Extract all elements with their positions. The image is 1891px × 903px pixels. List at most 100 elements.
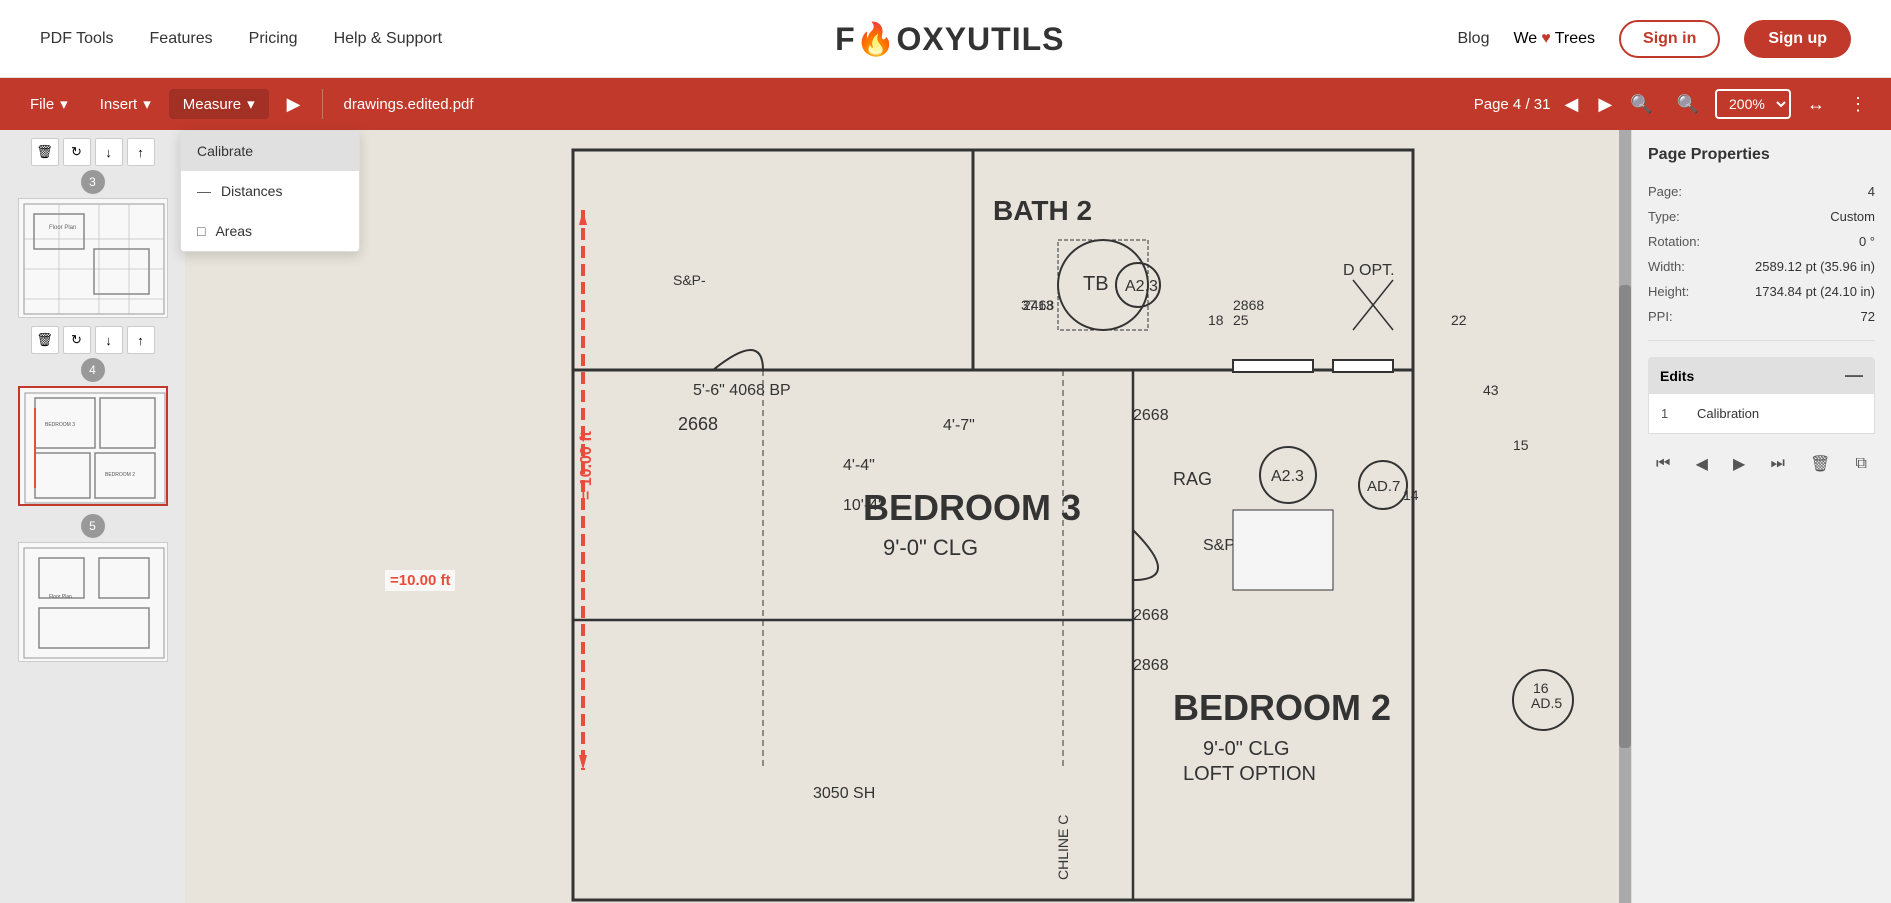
prev-page-button[interactable]: ◀ — [1558, 92, 1584, 117]
we-trees-link[interactable]: We♥Trees — [1513, 30, 1595, 48]
edit-num-1: 1 — [1661, 406, 1681, 421]
nav-link-blog[interactable]: Blog — [1457, 30, 1489, 48]
edits-label: Edits — [1660, 368, 1694, 384]
thumb-controls-3: 🗑 ↻ ↓ ↑ — [31, 138, 155, 166]
last-page-button[interactable]: ⏭ — [1767, 451, 1789, 477]
next-edit-button[interactable]: ▶ — [1729, 450, 1749, 478]
areas-label: Areas — [215, 223, 252, 239]
svg-text:14: 14 — [1403, 487, 1419, 503]
signup-button[interactable]: Sign up — [1744, 20, 1851, 58]
right-panel: Page Properties Page: 4 Type: Custom Rot… — [1631, 130, 1891, 903]
thumb-blueprint-3: Floor Plan — [19, 199, 167, 317]
panel-divider — [1648, 340, 1875, 341]
panel-title: Page Properties — [1648, 146, 1875, 164]
page-thumb-3[interactable]: Floor Plan — [18, 198, 168, 318]
svg-text:43: 43 — [1483, 382, 1499, 398]
thumb-down-4[interactable]: ↓ — [95, 326, 123, 354]
logo[interactable]: F🔥OXYUTILS — [835, 20, 1064, 58]
edits-collapse-button[interactable]: — — [1845, 365, 1863, 386]
height-value: 1734.84 pt (24.10 in) — [1755, 284, 1875, 299]
cursor-icon: ▶ — [287, 94, 301, 115]
svg-text:BEDROOM 3: BEDROOM 3 — [45, 422, 75, 428]
nav-link-pricing[interactable]: Pricing — [249, 30, 298, 48]
thumb-group-4: 🗑 ↻ ↓ ↑ 4 BEDROOM 3 BEDROOM 2 — [0, 326, 185, 506]
svg-text:A2.3: A2.3 — [1125, 278, 1158, 295]
logo-oxy: OXY — [896, 21, 967, 57]
first-page-button[interactable]: ⏮ — [1652, 451, 1674, 477]
svg-text:16: 16 — [1533, 680, 1549, 696]
signin-button[interactable]: Sign in — [1619, 20, 1720, 58]
page-badge-4: 4 — [81, 358, 105, 382]
svg-text:2868: 2868 — [1133, 657, 1169, 674]
page-navigation: Page 4 / 31 ◀ ▶ — [1474, 92, 1618, 117]
prev-edit-button[interactable]: ◀ — [1692, 450, 1712, 478]
svg-text:4'-7": 4'-7" — [943, 417, 975, 434]
svg-text:Floor Plan: Floor Plan — [49, 225, 76, 231]
measure-menu-button[interactable]: Measure — [169, 89, 269, 119]
svg-text:5'-6" 4068 BP: 5'-6" 4068 BP — [693, 382, 791, 399]
svg-text:4'-4": 4'-4" — [843, 457, 875, 474]
svg-text:37: 37 — [1021, 297, 1037, 313]
panel-row-type: Type: Custom — [1648, 209, 1875, 224]
more-options-button[interactable]: ⋮ — [1841, 90, 1875, 119]
cursor-tool-button[interactable]: ▶ — [273, 88, 315, 121]
svg-text:22: 22 — [1451, 312, 1467, 328]
svg-text:BATH 2: BATH 2 — [993, 195, 1092, 226]
svg-text:18: 18 — [1208, 312, 1224, 328]
height-label: Height: — [1648, 284, 1689, 299]
measure-dropdown: Calibrate — Distances □ Areas — [180, 130, 360, 252]
nav-link-features[interactable]: Features — [150, 30, 213, 48]
logo-utils: UTILS — [967, 21, 1064, 57]
measure-chevron-icon — [247, 95, 255, 113]
file-menu-button[interactable]: File — [16, 89, 82, 119]
copy-edit-button[interactable]: ⧉ — [1852, 451, 1871, 477]
edits-header: Edits — — [1648, 357, 1875, 394]
type-label: Type: — [1648, 209, 1680, 224]
pdf-scrollbar[interactable] — [1619, 130, 1631, 903]
insert-menu-button[interactable]: Insert — [86, 89, 165, 119]
nav-right: Blog We♥Trees Sign in Sign up — [1457, 20, 1851, 58]
delete-edit-button[interactable]: 🗑 — [1806, 450, 1834, 478]
svg-text:A2.3: A2.3 — [1271, 468, 1304, 485]
panel-row-ppi: PPI: 72 — [1648, 309, 1875, 324]
zoom-in-button[interactable]: 🔍 — [1669, 90, 1707, 119]
thumb-blueprint-5: Floor Plan — [19, 543, 167, 661]
svg-text:3050 SH: 3050 SH — [813, 785, 875, 802]
thumb-down-3[interactable]: ↓ — [95, 138, 123, 166]
thumb-up-4[interactable]: ↑ — [127, 326, 155, 354]
dropdown-calibrate[interactable]: Calibrate — [181, 131, 359, 171]
thumb-svg-4: BEDROOM 3 BEDROOM 2 — [20, 388, 168, 506]
svg-text:BEDROOM 2: BEDROOM 2 — [1173, 687, 1391, 728]
we-label: We — [1513, 30, 1537, 48]
rotation-value: 0 ° — [1859, 234, 1875, 249]
nav-link-help-support[interactable]: Help & Support — [334, 30, 443, 48]
edits-row-1: 1 Calibration — [1648, 394, 1875, 434]
pdf-area[interactable]: BATH 2 TB A2.3 BEDROOM 3 9'-0" CLG — [185, 130, 1631, 903]
thumb-delete-4[interactable]: 🗑 — [31, 326, 59, 354]
page-thumb-4[interactable]: BEDROOM 3 BEDROOM 2 — [18, 386, 168, 506]
dropdown-distances[interactable]: — Distances — [181, 171, 359, 211]
thumb-rotate-3[interactable]: ↻ — [63, 138, 91, 166]
panel-row-height: Height: 1734.84 pt (24.10 in) — [1648, 284, 1875, 299]
svg-text:2668: 2668 — [1133, 607, 1169, 624]
panel-row-width: Width: 2589.12 pt (35.96 in) — [1648, 259, 1875, 274]
page-value: 4 — [1868, 184, 1875, 199]
thumb-controls-4: 🗑 ↻ ↓ ↑ — [31, 326, 155, 354]
thumb-rotate-4[interactable]: ↻ — [63, 326, 91, 354]
measurement-label: =10.00 ft — [385, 570, 455, 591]
trees-label: Trees — [1555, 30, 1595, 48]
thumb-up-3[interactable]: ↑ — [127, 138, 155, 166]
page-thumb-5[interactable]: Floor Plan — [18, 542, 168, 662]
zoom-select[interactable]: 200% 50% 75% 100% 150% 300% — [1715, 89, 1791, 119]
nav-link-pdf-tools[interactable]: PDF Tools — [40, 30, 114, 48]
fit-width-button[interactable]: ↔ — [1799, 90, 1833, 119]
thumb-delete-3[interactable]: 🗑 — [31, 138, 59, 166]
next-page-button[interactable]: ▶ — [1592, 92, 1618, 117]
dropdown-areas[interactable]: □ Areas — [181, 211, 359, 251]
zoom-out-button[interactable]: 🔍 — [1622, 90, 1660, 119]
panel-row-page: Page: 4 — [1648, 184, 1875, 199]
page-badge-5: 5 — [81, 514, 105, 538]
calibrate-label: Calibrate — [197, 143, 253, 159]
blueprint-canvas: BATH 2 TB A2.3 BEDROOM 3 9'-0" CLG — [185, 130, 1631, 903]
thumb-group-5: 5 Floor Plan — [0, 514, 185, 662]
